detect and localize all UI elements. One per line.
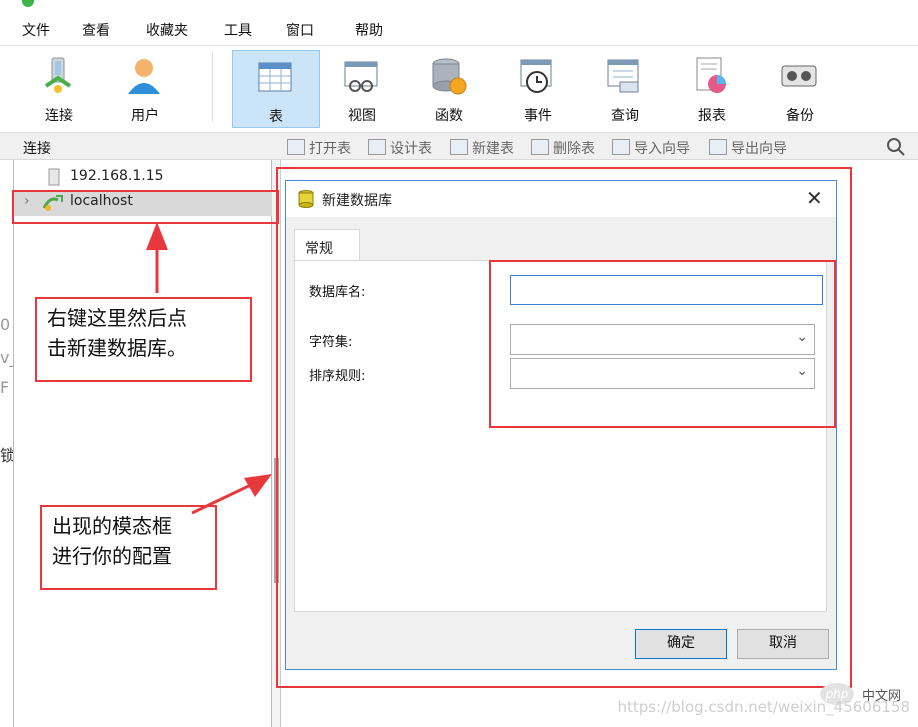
menu-window[interactable]: 窗口 — [286, 20, 314, 40]
connection-tree-panel: 192.168.1.15 › localhost — [13, 160, 272, 727]
backup-icon — [781, 65, 817, 87]
annotation-note-right-click: 右键这里然后点 击新建数据库。 — [35, 297, 252, 382]
button-label: 打开表 — [309, 141, 351, 157]
edge-text: F — [0, 378, 10, 397]
menu-bar: 文件 查看 收藏夹 工具 窗口 帮助 — [0, 14, 918, 46]
function-icon — [432, 58, 467, 95]
highlight-localhost — [12, 190, 279, 224]
menu-help[interactable]: 帮助 — [355, 20, 383, 40]
menu-view[interactable]: 查看 — [82, 20, 110, 40]
toolbar-user-button[interactable]: 用户 — [102, 50, 188, 126]
button-label: 新建表 — [472, 141, 514, 157]
import-wizard-button[interactable]: 导入向导 — [612, 138, 690, 158]
tree-item-server[interactable]: 192.168.1.15 — [14, 164, 272, 190]
toolbar-label: 表 — [269, 109, 283, 125]
object-toolbar: 连接 打开表 设计表 新建表 删除表 导入向导 导出向导 — [0, 132, 918, 160]
toolbar-event-button[interactable]: 事件 — [495, 50, 581, 126]
import-wizard-icon — [612, 139, 630, 155]
menu-favorites[interactable]: 收藏夹 — [146, 20, 188, 40]
menu-tools[interactable]: 工具 — [224, 20, 252, 40]
new-table-button[interactable]: 新建表 — [450, 138, 514, 158]
button-label: 设计表 — [390, 141, 432, 157]
app-logo-icon — [22, 0, 34, 7]
report-icon — [696, 57, 726, 93]
button-label: 导入向导 — [634, 141, 690, 157]
table-icon — [258, 62, 292, 92]
toolbar-connection-button[interactable]: 连接 — [16, 50, 102, 126]
toolbar-table-button[interactable]: 表 — [232, 50, 320, 128]
edge-text: 0 — [0, 315, 11, 334]
server-icon — [48, 168, 60, 186]
toolbar-label: 函数 — [435, 108, 463, 124]
open-table-icon — [287, 139, 305, 155]
menu-file[interactable]: 文件 — [22, 20, 50, 40]
main-toolbar: 连接 用户 表 视图 函数 事件 查询 报表 备份 — [0, 46, 918, 132]
connection-icon — [44, 57, 72, 93]
event-icon — [520, 59, 552, 93]
new-table-icon — [450, 139, 468, 155]
toolbar-label: 查询 — [611, 108, 639, 124]
connection-panel-title: 连接 — [23, 141, 51, 157]
query-icon — [607, 59, 639, 93]
toolbar-label: 报表 — [698, 108, 726, 124]
toolbar-backup-button[interactable]: 备份 — [757, 50, 843, 126]
toolbar-query-button[interactable]: 查询 — [582, 50, 668, 126]
design-table-button[interactable]: 设计表 — [368, 138, 432, 158]
toolbar-separator — [212, 52, 213, 122]
background-window-edge: 0 v_ F 锁 — [0, 160, 17, 727]
toolbar-label: 用户 — [131, 108, 159, 124]
search-icon[interactable] — [886, 137, 906, 157]
toolbar-label: 连接 — [45, 108, 73, 124]
watermark-url: https://blog.csdn.net/weixin_45606158 — [617, 698, 910, 716]
tree-item-label: 192.168.1.15 — [70, 168, 164, 184]
annotation-note-modal: 出现的模态框 进行你的配置 — [40, 505, 217, 590]
toolbar-label: 备份 — [786, 108, 814, 124]
button-label: 删除表 — [553, 141, 595, 157]
annotation-text: 进行你的配置 — [52, 544, 172, 568]
annotation-text: 击新建数据库。 — [47, 336, 187, 360]
export-wizard-button[interactable]: 导出向导 — [709, 138, 787, 158]
toolbar-view-button[interactable]: 视图 — [319, 50, 405, 126]
toolbar-report-button[interactable]: 报表 — [669, 50, 755, 126]
annotation-text: 右键这里然后点 — [47, 306, 187, 330]
annotation-text: 出现的模态框 — [52, 514, 172, 538]
toolbar-label: 事件 — [524, 108, 552, 124]
open-table-button[interactable]: 打开表 — [287, 138, 351, 158]
toolbar-label: 视图 — [348, 108, 376, 124]
highlight-fields — [489, 260, 836, 428]
user-icon — [128, 59, 160, 94]
toolbar-function-button[interactable]: 函数 — [406, 50, 492, 126]
title-strip — [0, 0, 918, 14]
design-table-icon — [368, 139, 386, 155]
delete-table-button[interactable]: 删除表 — [531, 138, 595, 158]
view-icon — [344, 61, 378, 92]
delete-table-icon — [531, 139, 549, 155]
button-label: 导出向导 — [731, 141, 787, 157]
export-wizard-icon — [709, 139, 727, 155]
